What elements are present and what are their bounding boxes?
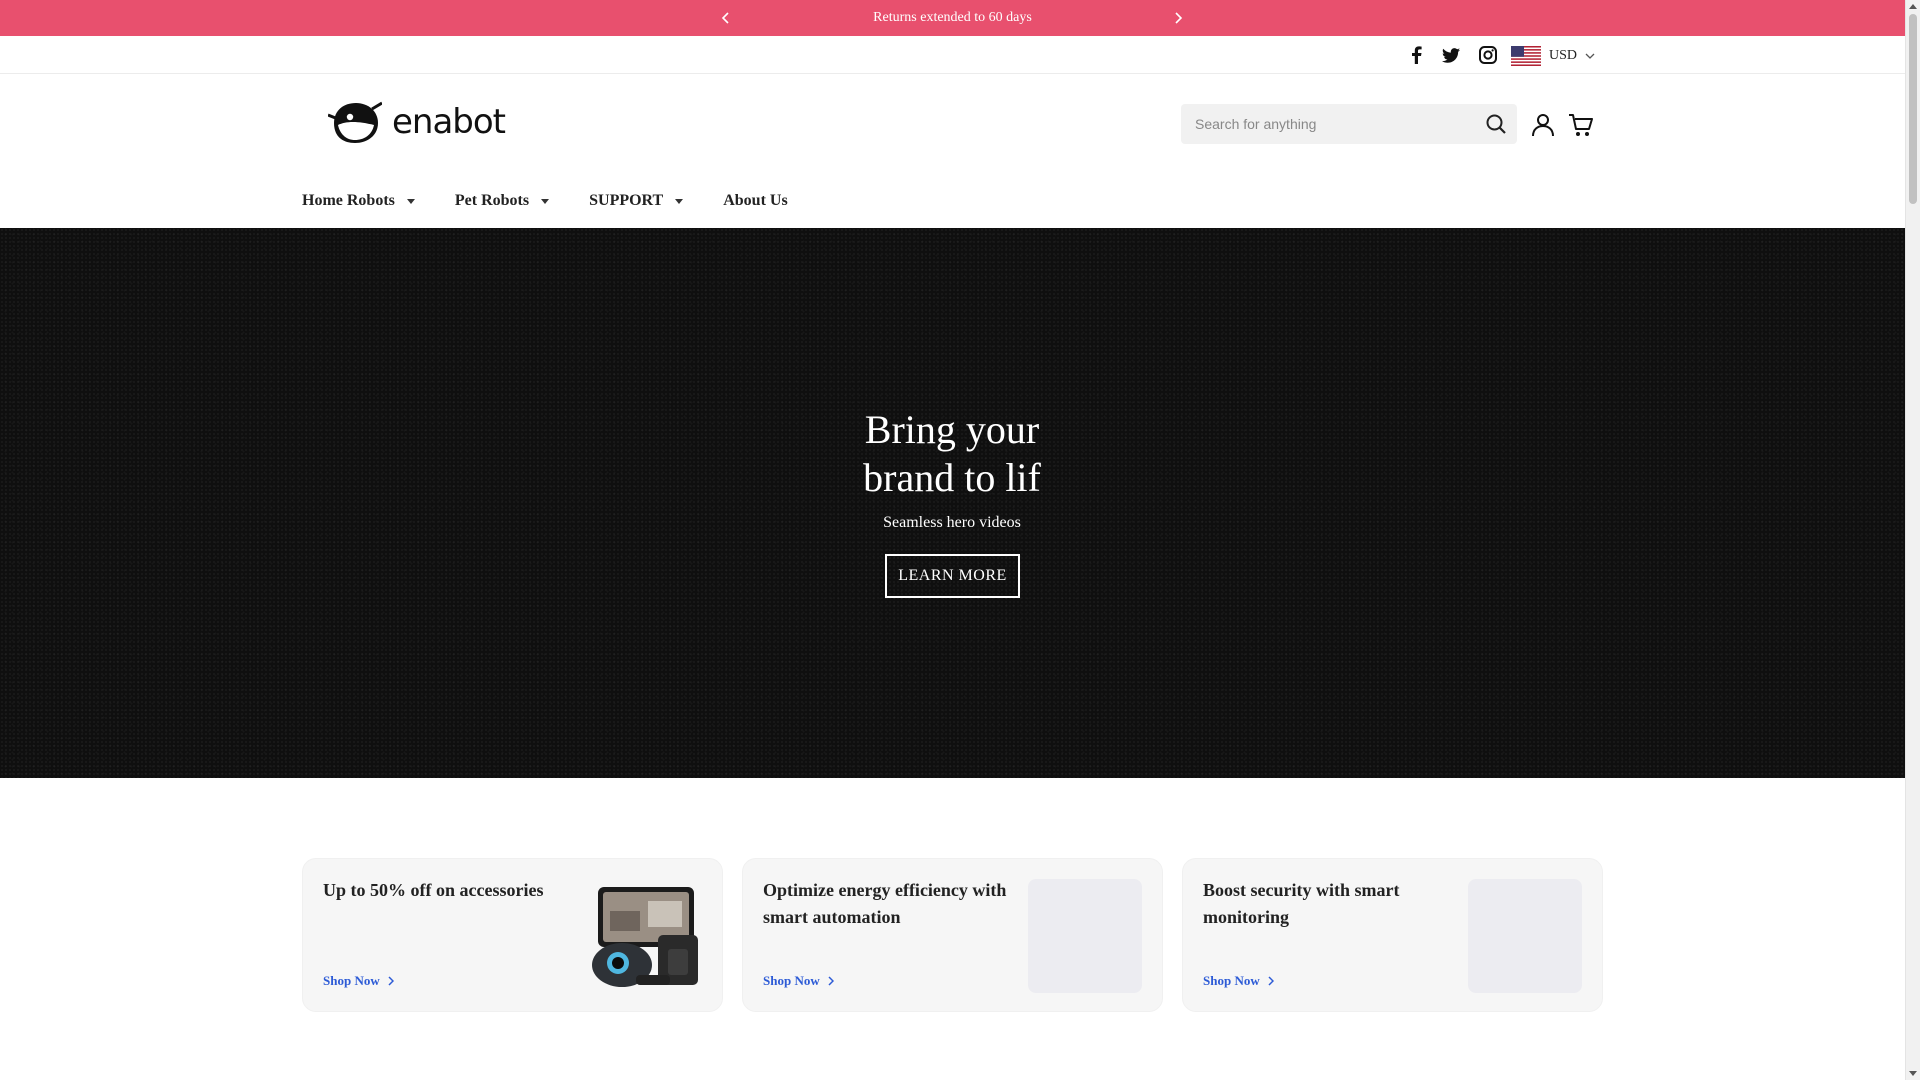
caret-down-icon (406, 198, 415, 204)
announcement-next-button[interactable] (1169, 9, 1187, 27)
svg-text:enabot: enabot (392, 107, 506, 139)
main-nav: Home Robots Pet Robots SUPPORT About Us (302, 188, 828, 214)
facebook-link[interactable] (1405, 44, 1427, 66)
chevron-right-icon (388, 976, 394, 986)
account-button[interactable] (1530, 112, 1556, 138)
chevron-right-icon (1175, 12, 1183, 24)
facebook-icon (1412, 46, 1422, 64)
search-button[interactable] (1485, 113, 1507, 135)
promo-card[interactable]: Boost security with smart monitoring Sho… (1182, 858, 1603, 1012)
promo-cards: Up to 50% off on accessories Shop Now Op… (302, 858, 1603, 1012)
shop-now-label: Shop Now (1203, 973, 1260, 988)
search-input[interactable] (1181, 104, 1471, 144)
hero-title-line: brand to lif (863, 455, 1041, 500)
hero-title-line: Bring your (864, 407, 1040, 452)
hero-title: Bring your brand to lif (802, 406, 1102, 502)
currency-selector[interactable]: USD (1511, 45, 1595, 67)
cart-button[interactable] (1568, 112, 1594, 138)
accessories-product-image (588, 879, 702, 993)
search-icon (1486, 114, 1506, 134)
shop-now-link[interactable]: Shop Now (1203, 973, 1274, 989)
shop-now-link[interactable]: Shop Now (763, 973, 834, 989)
promo-heading: Optimize energy efficiency with smart au… (763, 880, 1007, 927)
cart-icon (1569, 114, 1593, 136)
nav-item-about-us[interactable]: About Us (723, 192, 787, 210)
announcement-bar: Returns extended to 60 days (0, 0, 1905, 36)
nav-item-label: Home Robots (302, 192, 395, 209)
instagram-link[interactable] (1477, 44, 1499, 66)
promo-image-placeholder (1468, 879, 1582, 993)
chevron-down-icon (1585, 53, 1595, 59)
chevron-right-icon (1268, 976, 1274, 986)
shop-now-label: Shop Now (323, 973, 380, 988)
instagram-icon (1479, 46, 1497, 64)
chevron-right-icon (828, 976, 834, 986)
nav-item-label: Pet Robots (454, 192, 530, 209)
search-bar (1181, 104, 1517, 144)
scrollbar-thumb[interactable] (1909, 14, 1917, 204)
nav-item-home-robots[interactable]: Home Robots (302, 192, 415, 210)
scroll-down-arrow-icon[interactable] (1909, 1071, 1917, 1076)
user-icon (1532, 114, 1554, 137)
promo-card[interactable]: Up to 50% off on accessories Shop Now (302, 858, 723, 1012)
page-scrollbar[interactable] (1905, 0, 1920, 1080)
nav-item-support[interactable]: SUPPORT (589, 192, 684, 210)
nav-item-label: About Us (723, 192, 788, 209)
enabot-wordmark: enabot (392, 107, 507, 139)
nav-item-label: SUPPORT (589, 192, 664, 209)
caret-down-icon (541, 198, 550, 204)
promo-card[interactable]: Optimize energy efficiency with smart au… (742, 858, 1163, 1012)
nav-item-pet-robots[interactable]: Pet Robots (454, 192, 550, 210)
currency-code: USD (1549, 48, 1578, 63)
shop-now-link[interactable]: Shop Now (323, 973, 394, 989)
utility-bar: USD (0, 36, 1905, 74)
hero-subtitle: Seamless hero videos (883, 514, 1021, 531)
caret-down-icon (675, 198, 684, 204)
announcement-message: Returns extended to 60 days (873, 10, 1032, 25)
us-flag-icon (1511, 46, 1541, 66)
brand-logo[interactable]: enabot (328, 100, 518, 146)
scroll-up-arrow-icon[interactable] (1909, 4, 1917, 9)
enabot-mascot-icon (328, 101, 382, 143)
promo-heading: Up to 50% off on accessories (323, 880, 544, 900)
shop-now-label: Shop Now (763, 973, 820, 988)
twitter-icon (1442, 47, 1460, 63)
twitter-link[interactable] (1440, 44, 1462, 66)
promo-image-placeholder (1028, 879, 1142, 993)
promo-heading: Boost security with smart monitoring (1203, 880, 1400, 927)
learn-more-button[interactable]: LEARN MORE (885, 554, 1020, 598)
hero-banner: Bring your brand to lif Seamless hero vi… (0, 228, 1905, 778)
